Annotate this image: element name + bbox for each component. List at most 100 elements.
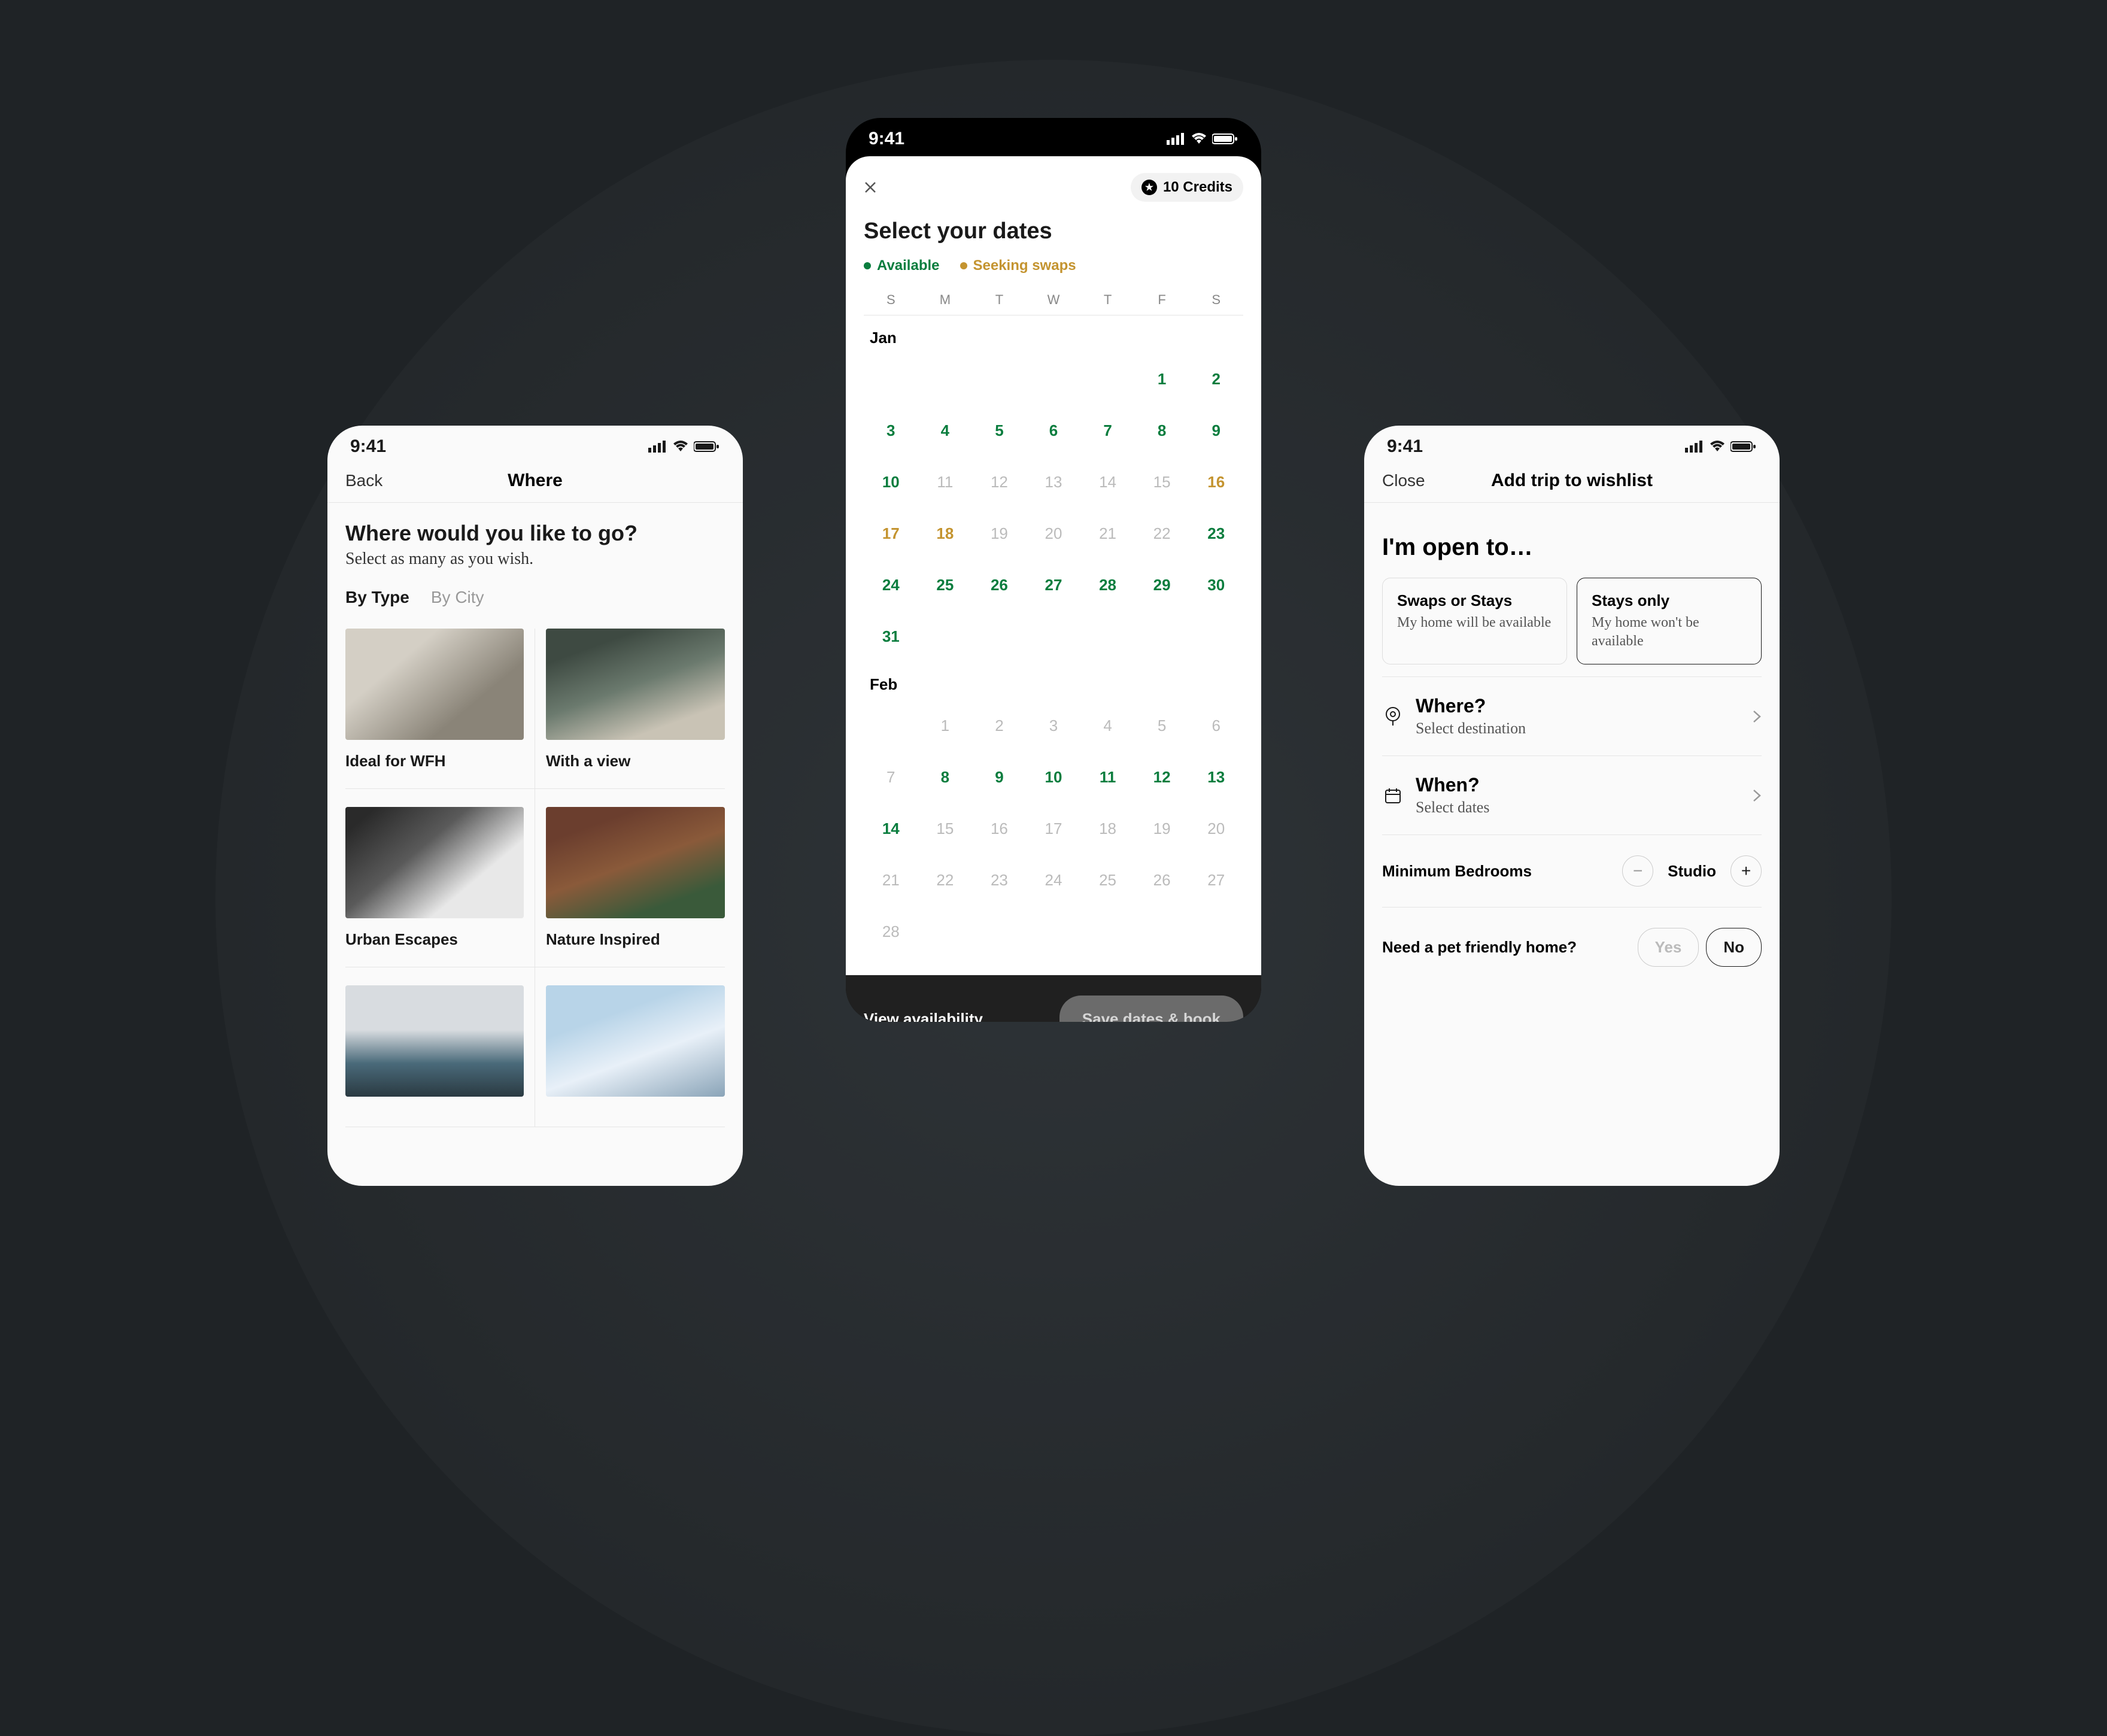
calendar-day[interactable]: 28 bbox=[864, 906, 918, 957]
calendar-day[interactable]: 26 bbox=[1135, 854, 1189, 906]
calendar-day[interactable]: 24 bbox=[864, 559, 918, 611]
calendar-day[interactable]: 18 bbox=[918, 508, 973, 559]
calendar-day[interactable]: 15 bbox=[918, 803, 973, 854]
calendar-day[interactable]: 17 bbox=[1027, 803, 1081, 854]
calendar-day[interactable]: 11 bbox=[1080, 751, 1135, 803]
calendar-day[interactable]: 13 bbox=[1027, 456, 1081, 508]
calendar-day[interactable]: 7 bbox=[864, 751, 918, 803]
bedrooms-stepper: − Studio + bbox=[1622, 855, 1762, 887]
calendar-day[interactable]: 28 bbox=[1080, 559, 1135, 611]
calendar-day[interactable]: 2 bbox=[972, 700, 1027, 751]
sheet-title: Select your dates bbox=[864, 218, 1243, 244]
calendar-day[interactable]: 4 bbox=[918, 405, 973, 456]
month-label: Feb bbox=[870, 662, 1243, 700]
option-card[interactable]: Swaps or StaysMy home will be available bbox=[1382, 578, 1567, 664]
calendar-day[interactable]: 10 bbox=[864, 456, 918, 508]
calendar-day[interactable]: 6 bbox=[1189, 700, 1243, 751]
type-card[interactable]: Nature Inspired bbox=[535, 789, 725, 967]
wifi-icon bbox=[1709, 441, 1726, 453]
calendar-day[interactable]: 10 bbox=[1027, 751, 1081, 803]
pet-no-button[interactable]: No bbox=[1706, 928, 1762, 967]
calendar-day[interactable]: 27 bbox=[1027, 559, 1081, 611]
calendar-day[interactable]: 22 bbox=[1135, 508, 1189, 559]
calendar-day[interactable]: 24 bbox=[1027, 854, 1081, 906]
minus-button[interactable]: − bbox=[1622, 855, 1653, 887]
calendar-day[interactable]: 8 bbox=[918, 751, 973, 803]
bedrooms-row: Minimum Bedrooms − Studio + bbox=[1382, 834, 1762, 907]
calendar-day[interactable]: 1 bbox=[1135, 353, 1189, 405]
calendar-day[interactable]: 9 bbox=[1189, 405, 1243, 456]
calendar-day[interactable]: 19 bbox=[972, 508, 1027, 559]
option-sub: My home won't be available bbox=[1592, 614, 1747, 651]
wifi-icon bbox=[1191, 133, 1207, 145]
status-time: 9:41 bbox=[350, 436, 386, 457]
calendar-day[interactable]: 25 bbox=[1080, 854, 1135, 906]
calendar-day[interactable]: 4 bbox=[1080, 700, 1135, 751]
calendar-day[interactable]: 31 bbox=[864, 611, 918, 662]
status-bar: 9:41 bbox=[1364, 426, 1780, 464]
pet-yes-button[interactable]: Yes bbox=[1638, 928, 1699, 967]
nav-title: Add trip to wishlist bbox=[1491, 471, 1653, 491]
calendar-day[interactable]: 13 bbox=[1189, 751, 1243, 803]
calendar-day[interactable]: 17 bbox=[864, 508, 918, 559]
calendar-day[interactable]: 23 bbox=[972, 854, 1027, 906]
calendar-day[interactable]: 11 bbox=[918, 456, 973, 508]
plus-button[interactable]: + bbox=[1730, 855, 1762, 887]
type-grid: Ideal for WFHWith a viewUrban EscapesNat… bbox=[345, 629, 725, 1127]
view-availability-link[interactable]: View availability bbox=[864, 1010, 983, 1022]
nav-bar: Close Add trip to wishlist bbox=[1364, 464, 1780, 503]
calendar-day[interactable]: 14 bbox=[864, 803, 918, 854]
calendar-day[interactable]: 29 bbox=[1135, 559, 1189, 611]
calendar-day[interactable]: 25 bbox=[918, 559, 973, 611]
calendar-day[interactable]: 20 bbox=[1189, 803, 1243, 854]
calendar-day[interactable]: 14 bbox=[1080, 456, 1135, 508]
calendar-day[interactable]: 30 bbox=[1189, 559, 1243, 611]
calendar-day[interactable]: 19 bbox=[1135, 803, 1189, 854]
legend-amber: Seeking swaps bbox=[960, 257, 1076, 274]
calendar-day[interactable]: 20 bbox=[1027, 508, 1081, 559]
save-dates-button[interactable]: Save dates & book bbox=[1059, 996, 1243, 1022]
type-card[interactable]: With a view bbox=[535, 629, 725, 789]
calendar-day[interactable]: 8 bbox=[1135, 405, 1189, 456]
status-icons bbox=[648, 441, 720, 453]
calendar-day[interactable]: 1 bbox=[918, 700, 973, 751]
close-icon[interactable] bbox=[864, 181, 877, 194]
calendar-day[interactable]: 12 bbox=[972, 456, 1027, 508]
when-section[interactable]: When? Select dates bbox=[1382, 755, 1762, 834]
type-card[interactable]: Ideal for WFH bbox=[345, 629, 535, 789]
calendar-day[interactable]: 3 bbox=[1027, 700, 1081, 751]
close-button[interactable]: Close bbox=[1382, 471, 1425, 490]
weekday: T bbox=[972, 292, 1027, 308]
calendar-day[interactable]: 21 bbox=[1080, 508, 1135, 559]
calendar-day[interactable]: 7 bbox=[1080, 405, 1135, 456]
calendar-day[interactable]: 26 bbox=[972, 559, 1027, 611]
calendar-day[interactable]: 16 bbox=[1189, 456, 1243, 508]
calendar-day[interactable]: 27 bbox=[1189, 854, 1243, 906]
bedrooms-label: Minimum Bedrooms bbox=[1382, 862, 1532, 881]
calendar-day[interactable]: 18 bbox=[1080, 803, 1135, 854]
type-card[interactable] bbox=[535, 967, 725, 1127]
calendar-day[interactable]: 3 bbox=[864, 405, 918, 456]
weekday: F bbox=[1135, 292, 1189, 308]
tab-by-type[interactable]: By Type bbox=[345, 588, 409, 607]
calendar-day[interactable]: 5 bbox=[972, 405, 1027, 456]
where-section[interactable]: Where? Select destination bbox=[1382, 676, 1762, 755]
calendar-day[interactable]: 12 bbox=[1135, 751, 1189, 803]
calendar-day[interactable]: 15 bbox=[1135, 456, 1189, 508]
type-card[interactable]: Urban Escapes bbox=[345, 789, 535, 967]
type-card[interactable] bbox=[345, 967, 535, 1127]
status-time: 9:41 bbox=[1387, 436, 1423, 457]
calendar-day[interactable]: 5 bbox=[1135, 700, 1189, 751]
calendar-day[interactable]: 2 bbox=[1189, 353, 1243, 405]
tab-by-city[interactable]: By City bbox=[431, 588, 484, 607]
back-button[interactable]: Back bbox=[345, 471, 382, 490]
calendar-day[interactable]: 21 bbox=[864, 854, 918, 906]
calendar-day[interactable]: 9 bbox=[972, 751, 1027, 803]
option-card[interactable]: Stays onlyMy home won't be available bbox=[1577, 578, 1762, 664]
calendar-day[interactable]: 23 bbox=[1189, 508, 1243, 559]
calendar-day[interactable]: 16 bbox=[972, 803, 1027, 854]
phone-dates: 9:41 ★ 10 Credits Select your dates Avai… bbox=[846, 118, 1261, 1022]
calendar-day[interactable]: 22 bbox=[918, 854, 973, 906]
calendar-day[interactable]: 6 bbox=[1027, 405, 1081, 456]
credits-pill[interactable]: ★ 10 Credits bbox=[1131, 173, 1243, 202]
